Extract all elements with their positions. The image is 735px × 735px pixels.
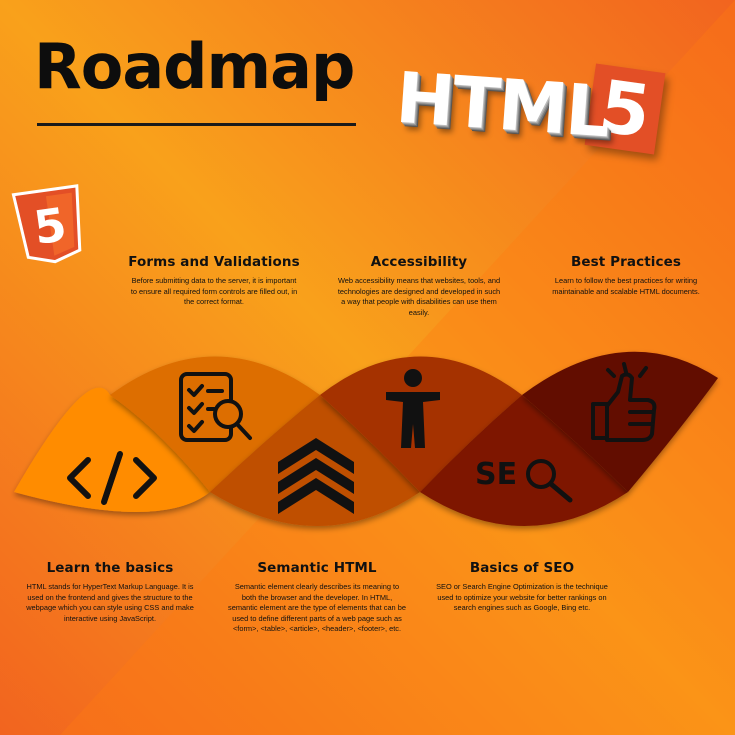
roadmap-diagram: SE [14, 351, 718, 526]
seo-icon-text: SE [475, 457, 517, 492]
